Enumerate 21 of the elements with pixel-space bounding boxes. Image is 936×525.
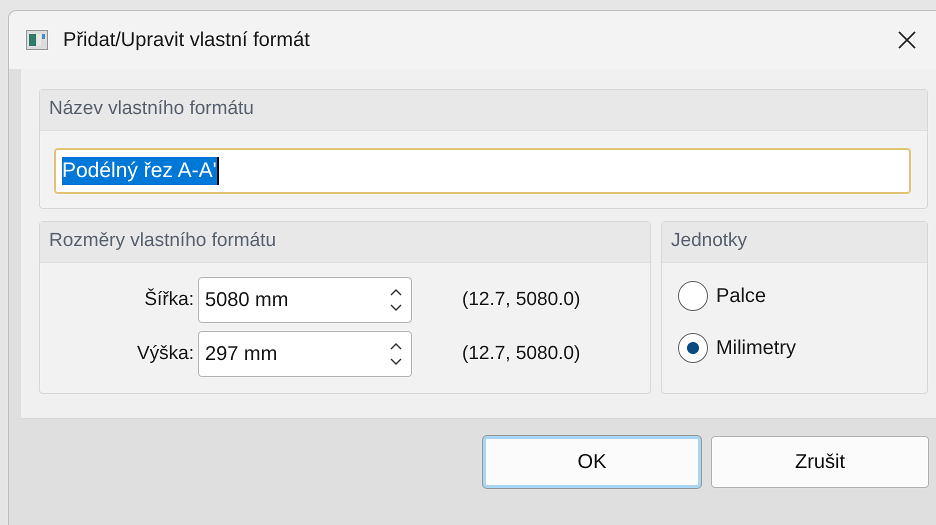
radio-label[interactable]: Milimetry — [716, 336, 796, 360]
window-icon — [26, 30, 48, 50]
field-label: Výška: — [136, 343, 195, 365]
group-title: Název vlastního formátu — [40, 90, 927, 131]
name-input-field[interactable]: Podélný řez A-A' — [54, 148, 911, 194]
radio-button[interactable] — [678, 281, 708, 311]
range-text: (12.7, 5080.0) — [462, 343, 580, 365]
spin-arrows-icon[interactable] — [389, 287, 403, 313]
spin-box[interactable]: 5080 mm — [198, 277, 412, 323]
field-label: Šířka: — [143, 289, 195, 311]
radio-label[interactable]: Palce — [716, 284, 766, 308]
window-title: Přidat/Upravit vlastní formát — [63, 28, 311, 52]
group-title: Rozměry vlastního formátu — [40, 222, 650, 263]
spin-box[interactable]: 297 mm — [198, 331, 412, 377]
group-title: Jednotky — [662, 222, 927, 263]
range-text: (12.7, 5080.0) — [462, 289, 580, 311]
close-icon[interactable] — [898, 31, 916, 49]
spin-arrows-icon[interactable] — [389, 341, 403, 367]
cancel-button[interactable]: Zrušit — [711, 436, 929, 488]
ok-button[interactable]: OK — [483, 436, 701, 488]
radio-button[interactable] — [678, 333, 708, 363]
